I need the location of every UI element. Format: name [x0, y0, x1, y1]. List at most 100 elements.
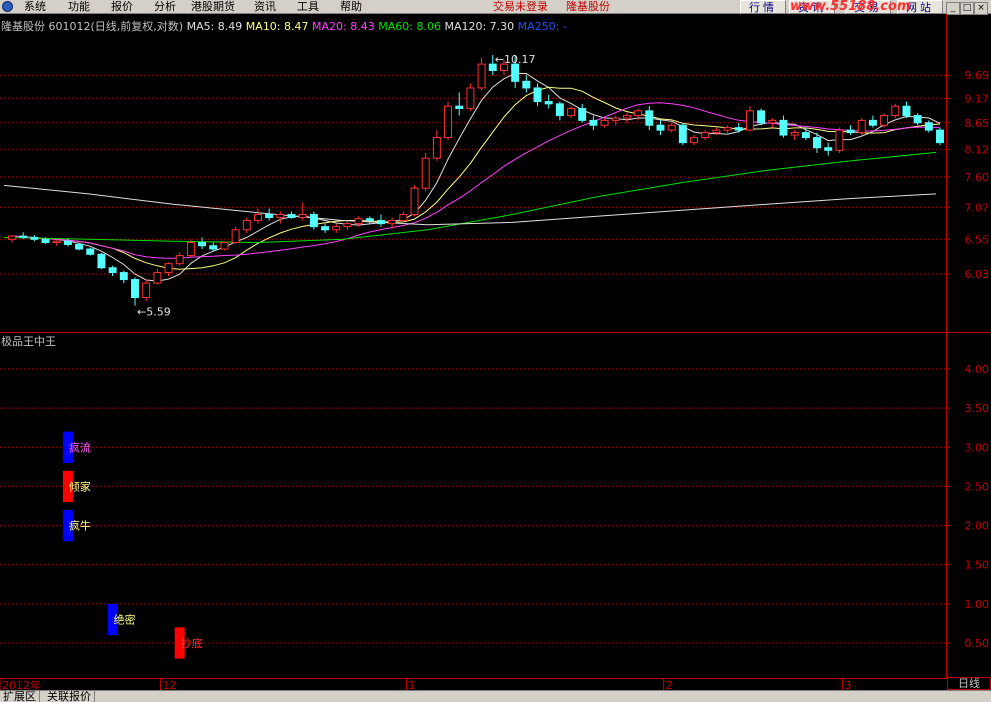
- high-price-label: ←10.17: [495, 53, 536, 66]
- candle-down: [511, 63, 520, 82]
- candle-down: [868, 119, 877, 126]
- price-tick-label: 9.69: [965, 69, 990, 82]
- quote-button[interactable]: 行情: [740, 0, 786, 14]
- indicator-tick-label: 0.50: [965, 637, 990, 650]
- candle-down: [63, 240, 72, 245]
- candle-down: [522, 80, 531, 89]
- candle-down: [209, 245, 218, 250]
- bottom-tab-bar: 扩展区 关联报价: [0, 690, 991, 702]
- signal-label: 抄底: [181, 636, 203, 650]
- price-tick-label: 8.12: [965, 143, 990, 156]
- ma60-line: [3, 151, 937, 244]
- price-tick-label: 8.65: [965, 117, 990, 130]
- candle-up: [52, 240, 61, 244]
- period-selector[interactable]: 日线: [947, 677, 991, 690]
- tab-related-quotes[interactable]: 关联报价: [44, 691, 95, 702]
- candle-down: [41, 238, 50, 244]
- candle-up: [611, 117, 620, 121]
- candle-up: [768, 119, 777, 124]
- menu-news[interactable]: 资讯: [254, 0, 276, 13]
- menu-help[interactable]: 帮助: [340, 0, 362, 13]
- candle-up: [600, 119, 609, 126]
- price-tick-label: 7.60: [965, 171, 990, 184]
- candle-up: [667, 124, 676, 131]
- candle-up: [432, 137, 441, 159]
- candle-up: [175, 255, 184, 265]
- price-tick-label: 6.03: [965, 268, 990, 281]
- candle-up: [388, 220, 397, 225]
- date-tick-label: 2: [666, 679, 673, 690]
- candle-up: [622, 115, 631, 119]
- date-axis: 2012年 12 1 2 3: [0, 678, 852, 690]
- candle-up: [343, 223, 352, 228]
- candle-down: [678, 124, 687, 144]
- candle-up: [701, 132, 710, 139]
- candle-up: [790, 132, 799, 136]
- candle-up: [242, 220, 251, 231]
- menu-tools[interactable]: 工具: [297, 0, 319, 13]
- candle-down: [321, 226, 330, 231]
- candle-up: [477, 63, 486, 89]
- candle-up: [410, 187, 419, 215]
- candle-down: [779, 119, 788, 136]
- candle-up: [745, 110, 754, 131]
- date-tick-label: 2012年: [2, 678, 41, 690]
- tab-extension-area[interactable]: 扩展区: [0, 691, 40, 702]
- ma20-line: [11, 102, 941, 259]
- candle-up: [421, 157, 430, 189]
- candle-down: [645, 110, 654, 126]
- candle-down: [119, 272, 128, 281]
- candle-down: [30, 236, 39, 240]
- chart-frame: [0, 14, 991, 679]
- candle-up: [220, 242, 229, 250]
- candle-down: [902, 105, 911, 117]
- candle-down: [287, 213, 296, 218]
- candle-down: [801, 132, 810, 139]
- stock-name-status: 隆基股份: [566, 0, 610, 13]
- candle-up: [723, 127, 732, 131]
- candle-up: [186, 242, 195, 257]
- candle-up: [153, 272, 162, 284]
- menu-quote[interactable]: 报价: [111, 0, 133, 13]
- candle-down: [846, 129, 855, 134]
- login-status[interactable]: 交易未登录: [493, 0, 548, 13]
- candle-up: [466, 87, 475, 110]
- indicator-tick-label: 1.50: [965, 559, 990, 572]
- candle-up: [399, 213, 408, 222]
- candle-down: [924, 122, 933, 131]
- candle-down: [589, 119, 598, 126]
- stock-chart[interactable]: 9.69 9.17 8.65 8.12 7.60 7.07 6.55 6.03 4.00 3.5…: [0, 14, 991, 690]
- low-price-label: ←5.59: [137, 306, 171, 319]
- candle-down: [578, 108, 587, 121]
- candle-up: [857, 119, 866, 134]
- candle-up: [690, 137, 698, 144]
- indicator-tick-label: 1.00: [965, 598, 990, 611]
- app-logo-icon[interactable]: [2, 1, 13, 12]
- candle-down: [19, 235, 28, 238]
- ad-banner[interactable]: www.55188.com: [790, 0, 940, 14]
- candle-down: [555, 103, 564, 117]
- menu-function[interactable]: 功能: [68, 0, 90, 13]
- candle-down: [97, 253, 106, 269]
- candle-up: [276, 213, 285, 218]
- indicator-tick-label: 3.00: [965, 441, 990, 454]
- candle-down: [198, 242, 207, 247]
- indicator-tick-label: 3.50: [965, 402, 990, 415]
- signal-label: 绝密: [114, 613, 136, 627]
- signal-label: 倾家: [69, 479, 91, 493]
- candle-up: [354, 218, 363, 225]
- date-tick-label: 3: [845, 679, 852, 690]
- candle-down: [265, 213, 274, 218]
- candlesticks: [8, 54, 944, 306]
- menu-system[interactable]: 系统: [24, 0, 46, 13]
- candle-up: [8, 235, 16, 240]
- menu-hk-futures[interactable]: 港股期货: [191, 0, 235, 13]
- candle-up: [891, 105, 900, 117]
- price-tick-label: 9.17: [965, 92, 990, 105]
- candle-down: [544, 101, 553, 105]
- date-tick-label: 12: [163, 679, 177, 690]
- candle-up: [298, 213, 307, 218]
- candle-up: [231, 229, 240, 244]
- candle-down: [757, 110, 766, 124]
- menu-analysis[interactable]: 分析: [154, 0, 176, 13]
